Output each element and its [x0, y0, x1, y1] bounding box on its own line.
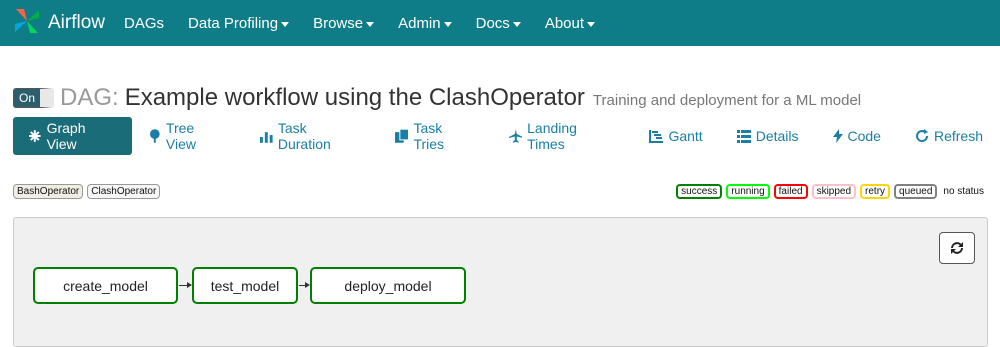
dag-name: Example workflow using the ClashOperator — [124, 84, 585, 111]
tab-graph-view[interactable]: Graph View — [13, 117, 133, 155]
tab-code[interactable]: Code — [816, 117, 898, 155]
nav-about[interactable]: About — [533, 0, 607, 46]
tab-details[interactable]: Details — [720, 117, 816, 155]
caret-down-icon — [443, 21, 452, 27]
list-icon — [736, 129, 751, 143]
operator-tag-bash: BashOperator — [13, 184, 84, 199]
task-node-test-model[interactable]: test_model — [192, 267, 298, 304]
nav-docs[interactable]: Docs — [464, 0, 533, 46]
dag-title-row: On DAG: Example workflow using the Clash… — [13, 84, 861, 112]
top-navbar: Airflow DAGs Data Profiling Browse Admin… — [0, 0, 1000, 46]
tab-landing-times[interactable]: Landing Times — [492, 117, 633, 155]
dag-pause-toggle[interactable]: On — [13, 88, 55, 108]
nav-admin[interactable]: Admin — [386, 0, 464, 46]
dag-description: Training and deployment for a ML model — [592, 92, 862, 109]
asterisk-icon — [28, 130, 41, 142]
caret-down-icon — [512, 21, 521, 27]
nav-data-profiling[interactable]: Data Profiling — [176, 0, 301, 46]
graph-refresh-button[interactable] — [939, 232, 975, 264]
task-node-deploy-model[interactable]: deploy_model — [310, 267, 466, 304]
brand-link[interactable]: Airflow — [0, 0, 112, 46]
legend-running: running — [726, 184, 770, 199]
task-node-create-model[interactable]: create_model — [33, 267, 178, 304]
gantt-icon — [649, 129, 664, 143]
caret-down-icon — [366, 21, 375, 27]
tab-task-duration[interactable]: Task Duration — [243, 117, 378, 155]
legend-retry: retry — [860, 184, 891, 199]
edge-create-test — [179, 285, 187, 286]
status-legend: success running failed skipped retry que… — [676, 184, 986, 199]
plane-icon — [508, 129, 523, 143]
dag-label: DAG: — [60, 84, 119, 111]
airflow-pinwheel-icon — [12, 6, 42, 41]
nav-browse[interactable]: Browse — [301, 0, 386, 46]
dag-view-tabs: Graph View Tree View Task Duration Task … — [13, 117, 1000, 155]
brand-name: Airflow — [48, 12, 106, 33]
operator-tag-clash: ClashOperator — [87, 184, 161, 199]
legend-success: success — [676, 184, 723, 199]
bar-chart-icon — [260, 131, 273, 143]
tab-gantt[interactable]: Gantt — [632, 117, 719, 155]
legend-failed: failed — [773, 184, 808, 199]
dag-graph-canvas[interactable]: create_model test_model deploy_model — [13, 217, 988, 347]
duplicate-icon — [394, 129, 409, 143]
refresh-icon — [951, 242, 963, 254]
caret-down-icon — [587, 21, 596, 27]
tab-refresh[interactable]: Refresh — [898, 117, 1000, 155]
refresh-icon — [916, 129, 928, 143]
operator-tags: BashOperator ClashOperator — [13, 184, 161, 199]
nav-dags[interactable]: DAGs — [112, 0, 176, 46]
tab-task-tries[interactable]: Task Tries — [378, 117, 492, 155]
caret-down-icon — [281, 21, 290, 27]
legend-queued: queued — [894, 184, 938, 199]
flash-icon — [832, 129, 843, 143]
legend-no-status: no status — [943, 186, 984, 197]
tab-tree-view[interactable]: Tree View — [132, 117, 243, 155]
legend-skipped: skipped — [811, 184, 857, 199]
tree-icon — [150, 129, 160, 143]
